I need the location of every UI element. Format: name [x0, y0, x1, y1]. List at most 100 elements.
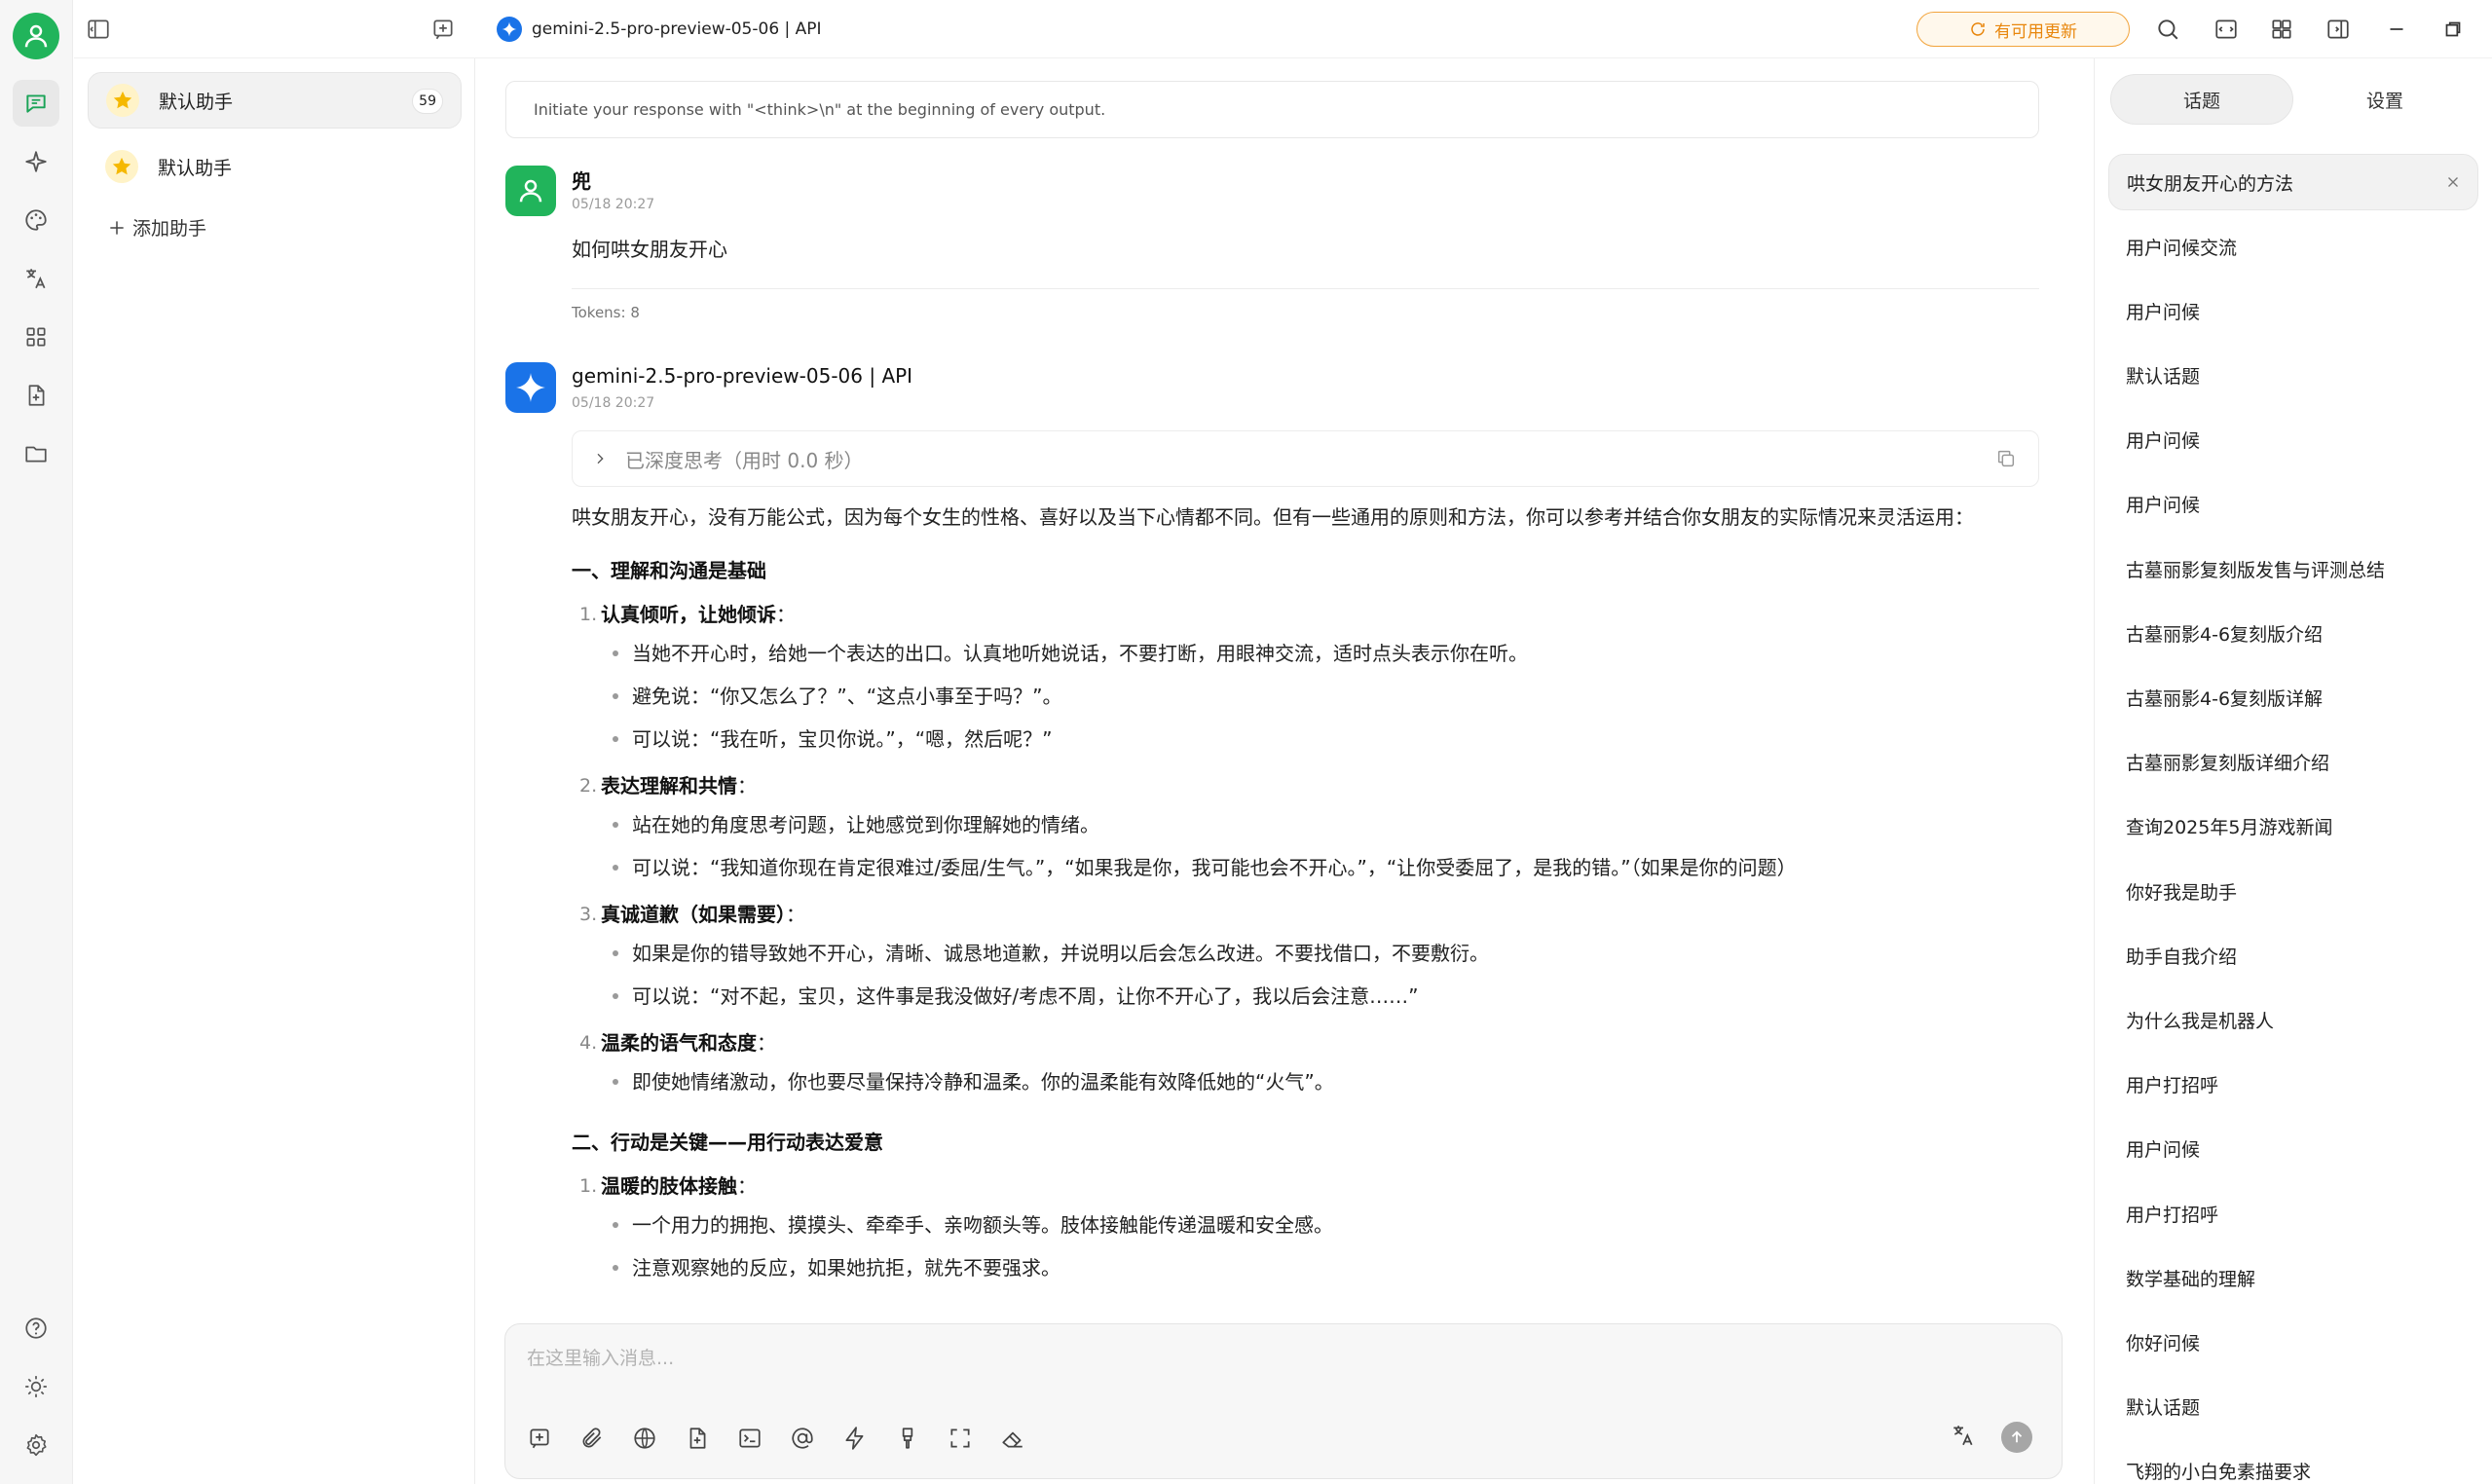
rail-paint[interactable] [13, 197, 59, 243]
send-button[interactable] [2001, 1422, 2032, 1453]
user-message-time: 05/18 20:27 [572, 197, 655, 212]
user-message-avatar [505, 166, 556, 216]
list-number: 3. [579, 904, 598, 925]
gemini-icon [516, 373, 545, 402]
copy-icon[interactable] [1995, 448, 2017, 474]
palette-icon [25, 209, 47, 231]
expand-icon [950, 1428, 970, 1448]
close-icon[interactable] [2444, 173, 2462, 196]
topic-item[interactable]: 用户打招呼 [2108, 1057, 2478, 1113]
grid-icon [2272, 19, 2291, 39]
top-bar: gemini-2.5-pro-preview-05-06 | API 有可用更新 [74, 0, 2492, 58]
mention-model-button[interactable] [786, 1422, 819, 1455]
chat-area: Initiate your response with "<think>\n" … [476, 58, 2093, 1484]
apps-icon [26, 327, 46, 347]
assistant-item[interactable]: 默认助手 [88, 138, 462, 195]
topic-item[interactable]: 古墓丽影复刻版发售与评测总结 [2108, 540, 2478, 597]
quick-phrase-button[interactable] [838, 1422, 872, 1455]
new-topic-tool-button[interactable] [523, 1422, 556, 1455]
web-search-button[interactable] [628, 1422, 661, 1455]
narrow-mode-button[interactable] [2212, 15, 2241, 44]
eraser-icon [1002, 1431, 1023, 1448]
terminal-icon [739, 1428, 761, 1448]
section-title: 二、行动是关键——用行动表达爱意 [572, 1131, 883, 1154]
topic-item[interactable]: 哄女朋友开心的方法 [2108, 154, 2478, 210]
user-avatar[interactable] [13, 13, 59, 59]
translate-input-button[interactable] [1951, 1423, 1976, 1452]
rail-apps[interactable] [13, 314, 59, 360]
add-assistant-button[interactable]: 添加助手 [107, 214, 206, 241]
rail-agents[interactable] [13, 138, 59, 185]
attach-button[interactable] [576, 1422, 609, 1455]
topic-item[interactable]: 默认话题 [2108, 348, 2478, 404]
list-item: 3. 真诚道歉（如果需要）： [572, 897, 2042, 932]
topic-item[interactable]: 用户问候 [2108, 282, 2478, 339]
topic-item[interactable]: 助手自我介绍 [2108, 927, 2478, 983]
topic-item[interactable]: 用户问候 [2108, 476, 2478, 533]
knowledge-base-button[interactable] [681, 1422, 714, 1455]
thinking-block[interactable]: 已深度思考（用时 0.0 秒） [572, 430, 2039, 487]
globe-icon [634, 1428, 655, 1449]
toggle-sidebar-button[interactable] [84, 15, 113, 44]
list-item: 1. 认真倾听，让她倾诉： [572, 597, 2042, 632]
rail-theme[interactable] [13, 1363, 59, 1410]
minimize-button[interactable] [2382, 15, 2411, 44]
rail-chat[interactable] [13, 80, 59, 127]
rail-translate[interactable] [13, 255, 59, 302]
rail-files[interactable] [13, 372, 59, 419]
tab-settings[interactable]: 设置 [2293, 74, 2476, 125]
message-input-placeholder[interactable]: 在这里输入消息... [527, 1344, 674, 1370]
gemini-icon [497, 17, 522, 42]
list-item-title: 温暖的肢体接触 [601, 1174, 737, 1198]
list-item-colon: ： [757, 1031, 776, 1055]
tab-topics[interactable]: 话题 [2110, 74, 2293, 125]
topic-item[interactable]: 古墓丽影复刻版详细介绍 [2108, 734, 2478, 791]
user-icon [519, 179, 542, 203]
topic-item[interactable]: 古墓丽影4-6复刻版详解 [2108, 670, 2478, 726]
new-topic-button[interactable] [428, 15, 458, 44]
arrow-up-icon [2011, 1430, 2023, 1443]
restore-icon [2445, 21, 2461, 37]
rail-settings[interactable] [13, 1422, 59, 1468]
topic-item[interactable]: 默认话题 [2108, 1379, 2478, 1435]
layout-button[interactable] [2267, 15, 2296, 44]
topic-item[interactable]: 用户问候 [2108, 412, 2478, 468]
assistant-item[interactable]: 默认助手 59 [88, 72, 462, 129]
topic-item[interactable]: 飞翔的小白免素描要求 [2108, 1443, 2478, 1484]
topic-item[interactable]: 查询2025年5月游戏新闻 [2108, 798, 2478, 855]
list-item: 1. 温暖的肢体接触： [572, 1169, 2042, 1204]
topic-item[interactable]: 数学基础的理解 [2108, 1249, 2478, 1306]
bullet-item: 当她不开心时，给她一个表达的出口。认真地听她说话，不要打断，用眼神交流，适时点头… [572, 632, 2042, 675]
topics-panel: 话题 设置 哄女朋友开心的方法 用户问候交流 用户问候 默认话题 用户问候 用户… [2094, 58, 2492, 1484]
topic-count-badge: 59 [412, 89, 443, 114]
rail-folder[interactable] [13, 430, 59, 477]
message-input-box[interactable]: 在这里输入消息... [504, 1323, 2063, 1479]
restore-button[interactable] [2438, 15, 2468, 44]
clear-topic-button[interactable] [996, 1422, 1029, 1455]
update-available-button[interactable]: 有可用更新 [1916, 12, 2130, 47]
toggle-topics-button[interactable] [2324, 15, 2353, 44]
topic-item[interactable]: 古墓丽影4-6复刻版介绍 [2108, 605, 2478, 661]
system-prompt-box[interactable]: Initiate your response with "<think>\n" … [505, 81, 2039, 138]
model-avatar [505, 362, 556, 413]
model-title-label: gemini-2.5-pro-preview-05-06 | API [532, 19, 822, 39]
topic-item[interactable]: 用户问候 [2108, 1121, 2478, 1177]
mcp-button[interactable] [733, 1422, 766, 1455]
clear-context-button[interactable] [891, 1422, 924, 1455]
bullet-item: 即使她情绪激动，你也要尽量保持冷静和温柔。你的温柔能有效降低她的“火气”。 [572, 1060, 2042, 1103]
list-item-colon: ： [737, 774, 757, 798]
message-divider [572, 288, 2039, 289]
topic-item[interactable]: 用户打招呼 [2108, 1185, 2478, 1242]
rail-help[interactable] [13, 1305, 59, 1352]
model-title[interactable]: gemini-2.5-pro-preview-05-06 | API [497, 14, 822, 45]
topic-item[interactable]: 你好问候 [2108, 1314, 2478, 1370]
topic-item[interactable]: 为什么我是机器人 [2108, 991, 2478, 1048]
list-item-title: 温柔的语气和态度 [601, 1031, 757, 1055]
settings-icon [26, 1433, 47, 1457]
topic-item[interactable]: 用户问候交流 [2108, 218, 2478, 275]
translate-icon [1953, 1426, 1973, 1446]
expand-button[interactable] [944, 1422, 977, 1455]
search-button[interactable] [2153, 15, 2182, 44]
left-rail [0, 0, 73, 1484]
topic-item[interactable]: 你好我是助手 [2108, 863, 2478, 919]
